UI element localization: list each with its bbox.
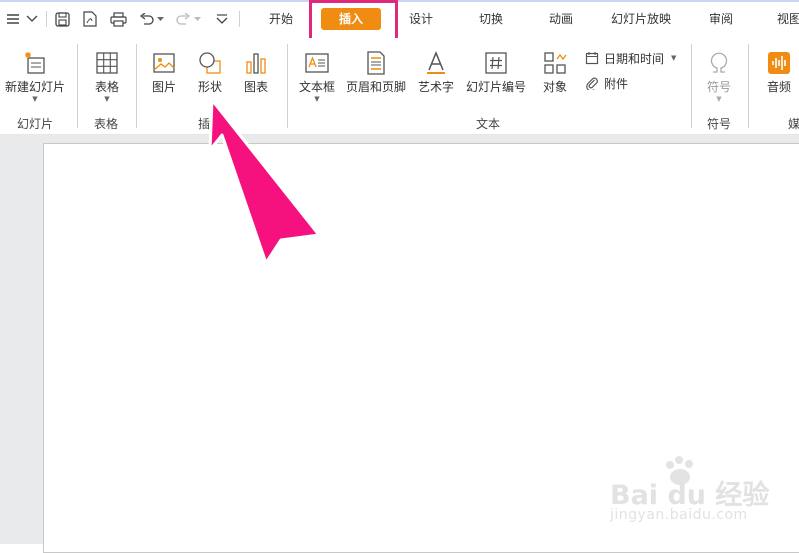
annotation-arrow xyxy=(208,98,321,265)
